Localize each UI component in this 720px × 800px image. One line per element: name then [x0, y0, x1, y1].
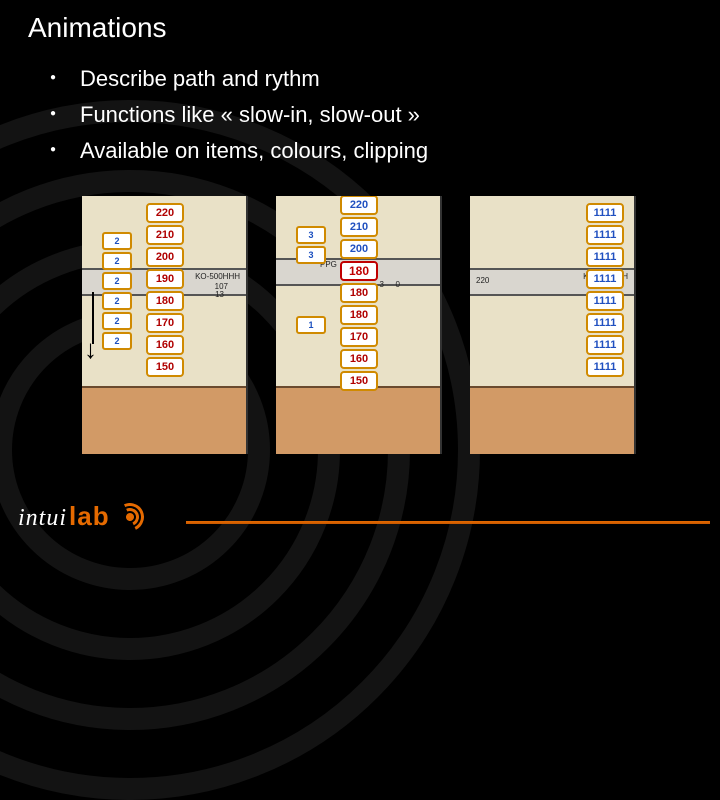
panel-3-main-stack: 1111 1111 1111 1111 1111 1111 1111 1111 [584, 202, 626, 378]
panel-3: 220 KO-500HHH 121 13 1111 1111 1111 1111… [470, 196, 636, 454]
panel-3-ground [470, 386, 634, 454]
footer: intui lab [0, 494, 720, 540]
footer-rule [186, 521, 710, 524]
brand-logo: intui lab [18, 501, 144, 532]
bullet-item: Functions like « slow-in, slow-out » [80, 102, 428, 128]
logo-text-left: intui [18, 505, 67, 532]
demo-panels: KO-500HHH 107 13 220 210 200 190 180 170… [82, 196, 636, 454]
down-arrow-icon: ↓ [84, 334, 97, 365]
panel-2-ground [276, 386, 440, 454]
slide-title: Animations [28, 12, 167, 44]
swirl-icon [116, 503, 144, 531]
panel-1-main-stack: 220 210 200 190 180 170 160 150 [144, 202, 186, 378]
bullet-item: Available on items, colours, clipping [80, 138, 428, 164]
panel-1: KO-500HHH 107 13 220 210 200 190 180 170… [82, 196, 248, 454]
logo-text-right: lab [69, 501, 110, 532]
panel-1-ground [82, 386, 246, 454]
panel-2: PPG 3 0 220 210 200 180 180 180 170 160 … [276, 196, 442, 454]
bullet-item: Describe path and rythm [80, 66, 428, 92]
panel-2-main-stack: 220 210 200 180 180 180 170 160 150 [338, 196, 380, 392]
bullet-list: Describe path and rythm Functions like «… [40, 56, 428, 174]
